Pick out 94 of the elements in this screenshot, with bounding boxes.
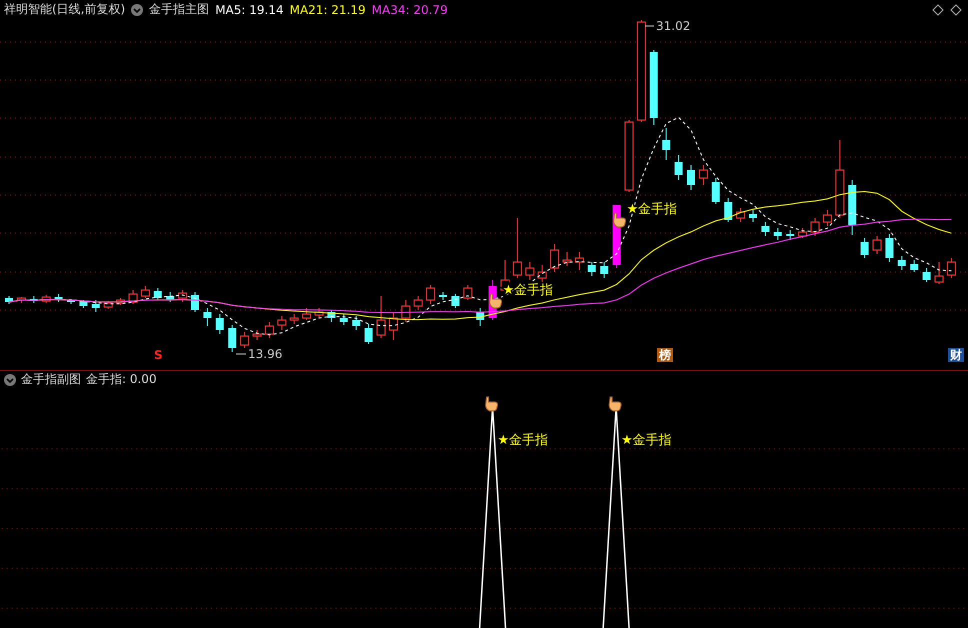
candlestick <box>79 299 88 308</box>
candlestick <box>92 299 100 312</box>
stock-title: 祥明智能(日线,前复权) <box>4 1 126 18</box>
candlestick <box>588 261 596 276</box>
candlestick <box>252 329 262 340</box>
pointing-hand-icon <box>485 396 498 412</box>
candlestick <box>786 229 794 240</box>
candlestick <box>512 217 522 278</box>
candlestick <box>439 291 447 300</box>
indicator-name: 金手指主图 <box>149 1 210 18</box>
candlestick <box>30 295 38 304</box>
candlestick <box>388 311 398 340</box>
candlestick <box>178 289 188 302</box>
candlestick <box>898 255 906 270</box>
candlestick <box>16 296 26 304</box>
candlestick <box>774 227 782 240</box>
candlestick <box>290 313 299 324</box>
event-marker[interactable]: 榜 <box>657 348 673 362</box>
candlestick <box>128 289 138 304</box>
candlestick <box>698 164 708 186</box>
candlestick <box>538 264 547 282</box>
pointing-hand-icon <box>608 396 622 412</box>
candlestick <box>848 179 856 236</box>
candlestick <box>761 221 770 236</box>
candlestick <box>872 235 882 254</box>
candlestick <box>798 227 808 238</box>
signal-label: ★金手指 <box>621 432 672 448</box>
candlestick <box>810 217 820 236</box>
moving-average-reading: MA21: 21.19 <box>290 2 366 17</box>
candlestick <box>140 285 150 298</box>
candlestick <box>104 300 113 310</box>
candlestick <box>5 295 13 304</box>
candlestick <box>203 307 212 326</box>
candlestick <box>376 295 386 338</box>
candlestick <box>662 127 670 160</box>
signal-label: ★金手指 <box>498 432 548 448</box>
pointing-hand-icon <box>613 212 626 228</box>
candlestick <box>414 295 423 310</box>
event-marker[interactable]: S <box>152 348 165 362</box>
high-price-label: 31.02 <box>656 20 690 33</box>
candlestick <box>352 315 360 330</box>
candlestick <box>574 251 584 270</box>
diamond-icon[interactable] <box>932 4 944 16</box>
sub-chart-title: 金手指副图 <box>21 371 81 388</box>
candlestick <box>600 261 608 278</box>
candlestick <box>166 291 174 302</box>
candlestick <box>724 197 732 222</box>
candlestick <box>191 291 199 312</box>
chevron-down-icon[interactable] <box>131 4 144 16</box>
candlestick <box>946 257 956 278</box>
candlestick <box>749 209 757 222</box>
candlestick <box>401 299 410 322</box>
candlestick <box>426 284 436 304</box>
candlestick <box>451 293 460 308</box>
candlestick <box>67 298 75 304</box>
candlestick <box>562 251 572 266</box>
candlestick <box>822 209 832 226</box>
candlestick <box>116 297 126 306</box>
candlestick <box>687 164 695 190</box>
candlestick <box>712 177 720 204</box>
candlestick <box>364 323 373 344</box>
leader-line <box>236 353 246 354</box>
candlestick <box>674 154 683 180</box>
candlestick <box>302 307 312 320</box>
candlestick <box>476 307 484 326</box>
candlestick <box>154 287 162 300</box>
candlestick <box>327 309 336 322</box>
candlestick <box>525 261 534 280</box>
low-price-label: 13.96 <box>248 346 282 360</box>
pointing-hand-icon <box>489 293 502 308</box>
moving-average-reading: MA34: 20.79 <box>372 2 448 17</box>
candlestick <box>216 313 224 334</box>
moving-average-reading: MA5: 19.14 <box>215 2 284 17</box>
candlestick <box>736 207 746 222</box>
chevron-down-icon[interactable] <box>4 374 16 386</box>
candlestick <box>277 315 286 330</box>
candlestick <box>910 259 918 272</box>
candlestick <box>934 261 944 284</box>
leader-line <box>644 25 654 26</box>
signal-label: ★金手指 <box>626 202 678 217</box>
candlestick <box>463 284 472 300</box>
candlestick <box>54 293 63 302</box>
candlestick <box>228 324 236 352</box>
candlestick <box>314 307 324 318</box>
indicator-reading: 金手指: 0.00 <box>86 371 157 388</box>
candlestick <box>885 233 894 262</box>
diamond-icon[interactable] <box>950 4 962 16</box>
event-marker[interactable]: 财 <box>948 348 964 362</box>
candlestick <box>264 321 274 338</box>
candlestick <box>340 313 348 326</box>
candlestick <box>860 237 869 258</box>
candlestick <box>240 331 250 348</box>
candlestick <box>550 243 560 272</box>
candlestick <box>922 267 931 282</box>
